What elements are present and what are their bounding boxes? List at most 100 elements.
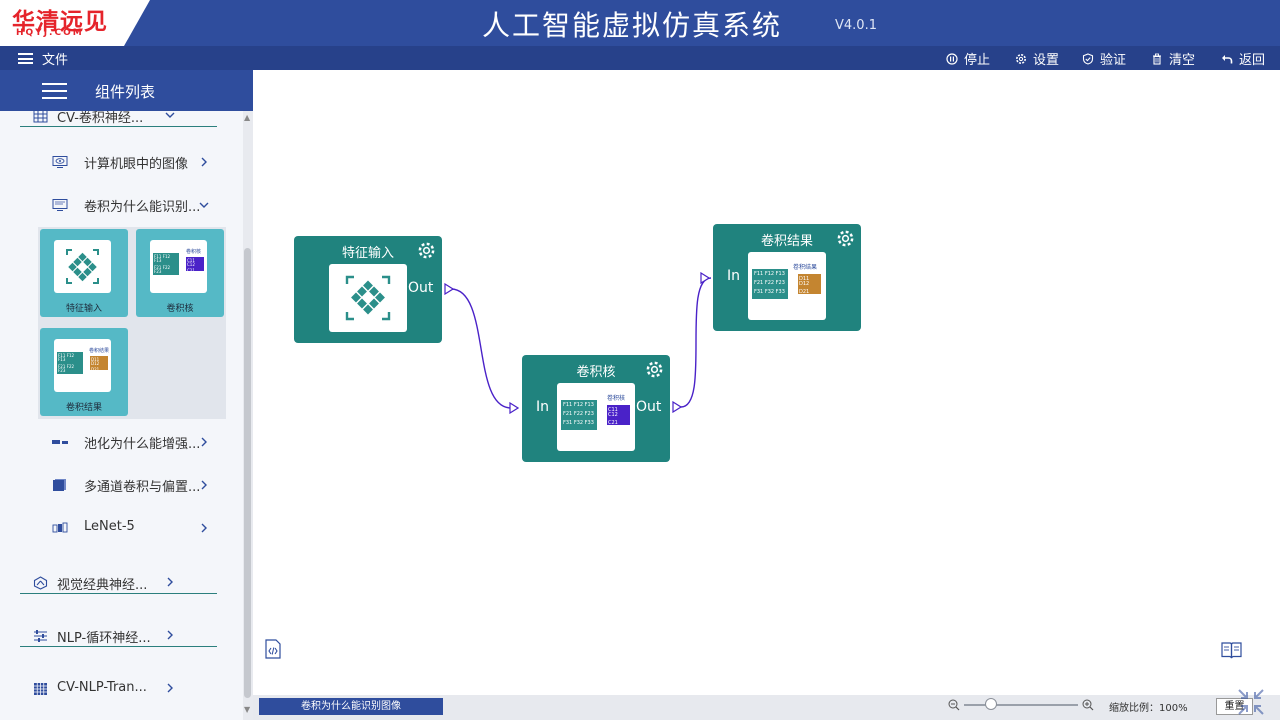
grid-icon [33, 109, 48, 123]
category-cv-nlp-transformer[interactable]: CV-NLP-Tran... [20, 680, 217, 700]
in-port-icon[interactable] [509, 402, 519, 414]
category-label: CV-NLP-Tran... [57, 680, 147, 695]
code-file-icon[interactable] [264, 639, 282, 659]
matrix-row: F31 F32 F33 [754, 289, 785, 295]
matrix-row: F21 F22 F23 [754, 280, 785, 286]
connection-wire[interactable] [680, 277, 712, 408]
chevron-right-icon [167, 683, 173, 693]
matrix-row: D11 D12 [91, 357, 100, 366]
palette-item-conv-result[interactable]: F11 F12 F13 F21 F22 F23 F31 F32 F33 卷积结果… [40, 328, 128, 416]
subitem-label: 多通道卷积与偏置... [84, 480, 201, 495]
node-preview [329, 264, 407, 332]
matrix-row: F21 F22 F23 [154, 265, 171, 274]
logo-subtext: HQYJ.COM [16, 28, 84, 38]
scroll-down-arrow-icon[interactable]: ▼ [244, 705, 250, 714]
file-menu[interactable]: 文件 [18, 49, 68, 68]
zoom-slider-handle[interactable] [985, 698, 997, 710]
feature-input-thumbnail [54, 240, 111, 293]
palette-item-label: 卷积结果 [65, 403, 102, 413]
back-label: 返回 [1239, 53, 1266, 68]
category-classic-vision[interactable]: 视觉经典神经... [20, 574, 217, 594]
matrix-row: C21 C22 [187, 268, 195, 277]
feature-matrix: F11 F12 F13 F21 F22 F23 F31 F32 F33 [57, 352, 83, 384]
in-port-label: In [727, 268, 741, 284]
subitem-lenet5[interactable]: LeNet-5 [52, 519, 222, 539]
gear-icon[interactable] [417, 241, 436, 260]
result-matrix: D11 D12 D21 D22 [90, 356, 108, 376]
subitem-multichannel[interactable]: 多通道卷积与偏置... [52, 476, 222, 496]
result-caption: 卷积结果 [793, 264, 818, 271]
active-lesson-tab[interactable]: 卷积为什么能识别图像 [259, 698, 443, 715]
matrix-row: F21 F22 F23 [563, 411, 594, 417]
chevron-right-icon [167, 577, 173, 587]
in-port-icon[interactable] [700, 272, 710, 284]
return-arrow-icon [1222, 54, 1233, 63]
matrix-row: F11 F12 F13 [154, 254, 171, 263]
connection-wire[interactable] [450, 288, 512, 409]
category-nlp-rnn[interactable]: NLP-循环神经... [20, 627, 217, 647]
subitem-label: 计算机眼中的图像 [84, 157, 189, 172]
file-menu-label: 文件 [42, 53, 69, 68]
result-caption: 卷积结果 [89, 348, 110, 354]
out-port-icon[interactable] [672, 401, 682, 413]
palette-item-kernel[interactable]: F11 F12 F13 F21 F22 F23 F31 F32 F33 卷积核 … [136, 229, 224, 317]
back-button[interactable]: 返回 [1221, 49, 1265, 68]
subitem-pooling[interactable]: 池化为什么能增强... [52, 433, 222, 453]
verify-button[interactable]: 验证 [1082, 49, 1126, 68]
sidebar-menu-icon[interactable] [42, 83, 67, 99]
matrix-row: F31 F32 F33 [563, 420, 594, 426]
shield-check-icon [1082, 52, 1094, 65]
chevron-right-icon [201, 157, 207, 167]
menu-bar: 文件 停止 设置 验证 清空 返回 [0, 46, 1280, 70]
matrix-row: F31 F32 F33 [58, 375, 75, 384]
verify-label: 验证 [1100, 53, 1127, 68]
subitem-label: 卷积为什么能识别... [84, 200, 201, 215]
out-port-icon[interactable] [444, 283, 454, 295]
gear-icon[interactable] [836, 229, 855, 248]
stop-button[interactable]: 停止 [946, 49, 990, 68]
gear-icon[interactable] [645, 360, 664, 379]
sidebar-scrollbar[interactable]: ▲ ▼ [243, 111, 253, 720]
node-kernel[interactable]: 卷积核 In F11 F12 F13 F21 F22 F23 F31 F32 F… [509, 355, 682, 462]
clear-button[interactable]: 清空 [1151, 49, 1195, 68]
feature-grid-icon [345, 275, 391, 321]
stop-label: 停止 [964, 53, 991, 68]
kernel-matrix: C11 C12 C21 C22 [186, 257, 204, 277]
grid-dense-icon [34, 683, 47, 695]
scrollbar-thumb[interactable] [244, 248, 251, 698]
matrix-row: F11 F12 F13 [563, 402, 594, 408]
node-conv-result[interactable]: 卷积结果 In F11 F12 F13 F21 F22 F23 F31 F32 … [700, 224, 861, 331]
title-bar: 华清远见 HQYJ.COM 人工智能虚拟仿真系统 V4.0.1 [0, 0, 1280, 46]
palette-item-feature-input[interactable]: 特征输入 [40, 229, 128, 317]
pause-circle-icon [946, 52, 958, 65]
subitem-label: 池化为什么能增强... [84, 437, 201, 452]
menu-icon [18, 53, 33, 64]
collapse-arrows-icon[interactable] [1236, 687, 1266, 717]
scroll-up-arrow-icon[interactable]: ▲ [244, 113, 250, 122]
palette-item-label: 卷积核 [166, 304, 194, 314]
subitem-computer-eye-image[interactable]: 计算机眼中的图像 [52, 153, 222, 173]
matrix-row: C21 C22 [608, 420, 618, 431]
settings-label: 设置 [1033, 53, 1060, 68]
book-icon[interactable] [1221, 641, 1242, 659]
node-preview: F11 F12 F13 F21 F22 F23 F31 F32 F33 卷积核 … [557, 383, 635, 451]
kernel-matrix: C11 C12 C21 C22 [607, 405, 630, 431]
subitem-label: LeNet-5 [84, 519, 135, 534]
sliders-icon [34, 630, 47, 642]
matrix-row: D11 D12 [799, 276, 810, 287]
network-layers-icon [52, 522, 68, 533]
kernel-thumbnail: F11 F12 F13 F21 F22 F23 F31 F32 F33 卷积核 … [150, 240, 207, 293]
clear-label: 清空 [1169, 53, 1196, 68]
chevron-right-icon [167, 630, 173, 640]
zoom-in-icon[interactable] [1082, 699, 1094, 711]
node-feature-input[interactable]: 特征输入 Out [294, 236, 454, 343]
logo: 华清远见 HQYJ.COM [0, 0, 150, 46]
palette-item-label: 特征输入 [65, 304, 102, 314]
zoom-out-icon[interactable] [948, 699, 960, 711]
result-matrix: D11 D12 D21 D22 [798, 274, 821, 300]
monitor-eye-icon [52, 156, 68, 168]
flow-canvas[interactable]: 特征输入 Out 卷积核 In F11 F12 F13 F21 F22 F23 … [253, 70, 1280, 695]
subitem-conv-recognize[interactable]: 卷积为什么能识别... [52, 196, 222, 216]
zoom-slider-track[interactable] [964, 704, 1078, 706]
settings-button[interactable]: 设置 [1015, 49, 1059, 68]
